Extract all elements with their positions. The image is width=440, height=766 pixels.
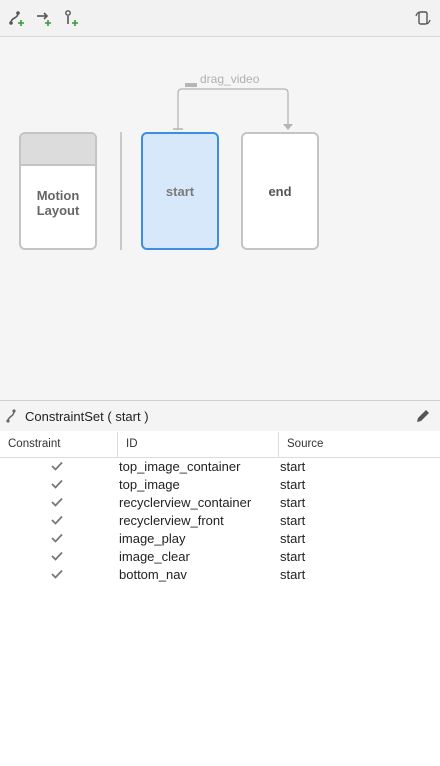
motion-layout-label-line1: Motion xyxy=(36,188,80,203)
checkmark-icon xyxy=(50,477,64,494)
constraint-id: top_image_container xyxy=(119,459,241,474)
motion-layout-node[interactable]: Motion Layout xyxy=(19,132,97,250)
constraint-source: start xyxy=(280,495,306,510)
cycle-layout-icon[interactable] xyxy=(414,9,432,27)
checkmark-icon xyxy=(50,567,64,584)
constraint-id: bottom_nav xyxy=(119,567,187,582)
table-row[interactable]: bottom_nav start xyxy=(0,566,440,584)
motion-graph-canvas: drag_video Motion Layout start end xyxy=(0,37,440,401)
checkmark-icon xyxy=(50,459,64,476)
motion-layout-node-header xyxy=(21,134,95,166)
column-header-source[interactable]: Source xyxy=(278,432,323,457)
constraint-table-header: Constraint ID Source xyxy=(0,432,440,458)
column-header-constraint[interactable]: Constraint xyxy=(8,432,60,457)
constraint-id: recyclerview_front xyxy=(119,513,224,528)
constraint-id: top_image xyxy=(119,477,180,492)
create-constraintset-icon[interactable] xyxy=(8,9,26,27)
start-constraintset-node[interactable]: start xyxy=(141,132,219,250)
column-header-id[interactable]: ID xyxy=(117,432,138,457)
constraintset-title: ConstraintSet ( start ) xyxy=(25,408,149,424)
edit-pencil-icon[interactable] xyxy=(414,407,432,425)
constraint-source: start xyxy=(280,531,306,546)
create-transition-icon[interactable] xyxy=(35,9,53,27)
toolbar xyxy=(0,0,440,37)
checkmark-icon xyxy=(50,549,64,566)
table-row[interactable]: top_image start xyxy=(0,476,440,494)
checkmark-icon xyxy=(50,531,64,548)
constraint-source: start xyxy=(280,513,306,528)
start-node-label: start xyxy=(165,183,195,199)
table-row[interactable]: recyclerview_container start xyxy=(0,494,440,512)
motion-layout-label-line2: Layout xyxy=(36,203,80,218)
checkmark-icon xyxy=(50,495,64,512)
checkmark-icon xyxy=(50,513,64,530)
constraint-table-body: top_image_container start top_image star… xyxy=(0,458,440,584)
constraintset-icon xyxy=(6,409,20,423)
table-row[interactable]: recyclerview_front start xyxy=(0,512,440,530)
end-node-label: end xyxy=(268,183,292,199)
constraint-source: start xyxy=(280,477,306,492)
node-divider xyxy=(120,132,122,250)
constraintset-header: ConstraintSet ( start ) xyxy=(0,401,440,431)
table-row[interactable]: image_clear start xyxy=(0,548,440,566)
constraint-source: start xyxy=(280,459,306,474)
constraint-id: image_play xyxy=(119,531,186,546)
create-onclick-icon[interactable] xyxy=(62,9,80,27)
constraint-source: start xyxy=(280,567,306,582)
transition-label[interactable]: drag_video xyxy=(200,72,259,86)
constraint-id: image_clear xyxy=(119,549,190,564)
table-row[interactable]: top_image_container start xyxy=(0,458,440,476)
motion-layout-label: Motion Layout xyxy=(37,188,80,218)
constraint-source: start xyxy=(280,549,306,564)
table-row[interactable]: image_play start xyxy=(0,530,440,548)
constraint-id: recyclerview_container xyxy=(119,495,252,510)
end-constraintset-node[interactable]: end xyxy=(241,132,319,250)
